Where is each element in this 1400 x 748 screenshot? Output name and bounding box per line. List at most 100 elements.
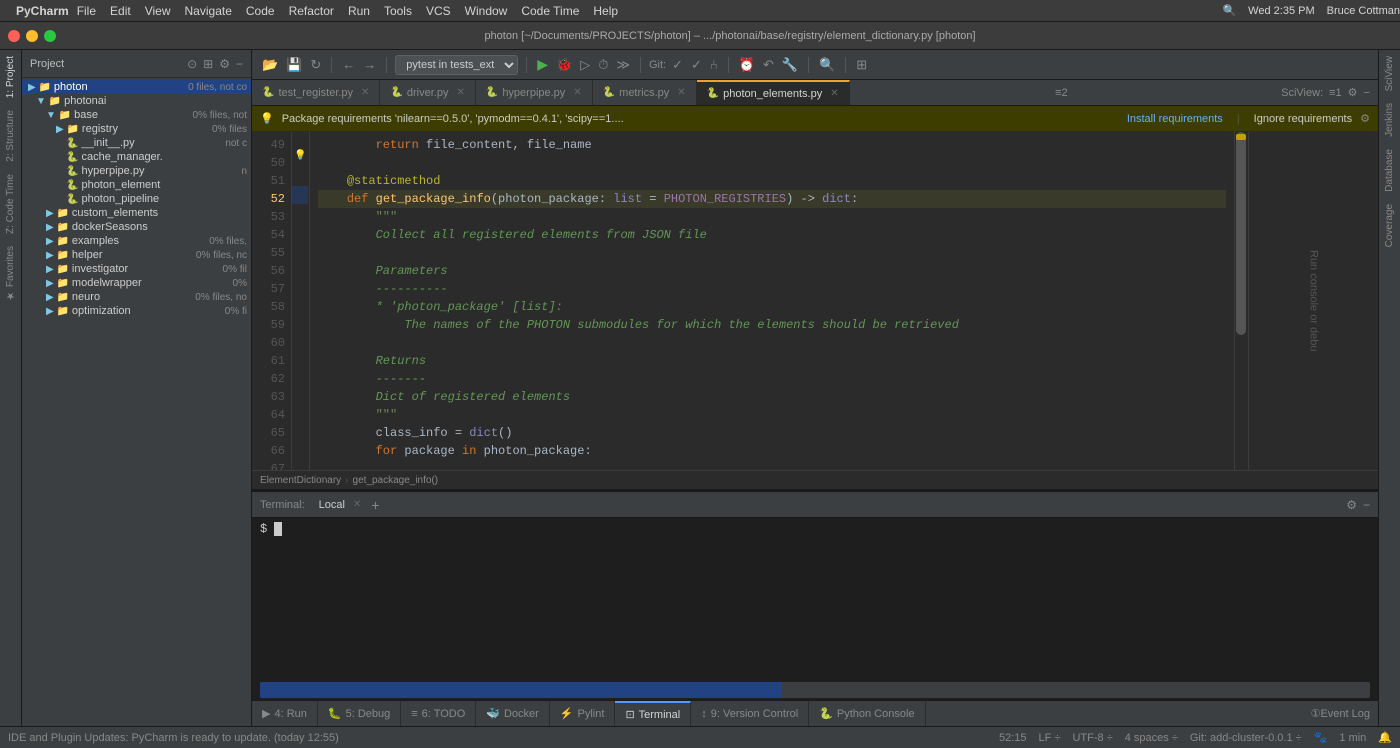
coverage-icon[interactable]: ▷ bbox=[578, 55, 592, 75]
tree-item-init[interactable]: 🐍 __init__.py not c bbox=[22, 136, 251, 150]
pkg-settings-icon[interactable]: ⚙ bbox=[1360, 112, 1370, 125]
sciview-close-icon[interactable]: − bbox=[1364, 87, 1370, 99]
install-requirements-link[interactable]: Install requirements bbox=[1127, 113, 1223, 125]
bottom-tab-pylint[interactable]: ⚡ Pylint bbox=[550, 701, 616, 726]
indent[interactable]: 4 spaces ÷ bbox=[1125, 732, 1178, 744]
vtab-project[interactable]: 1: Project bbox=[3, 50, 18, 104]
tab-test-register[interactable]: 🐍 test_register.py ✕ bbox=[252, 80, 380, 105]
bottom-tab-debug[interactable]: 🐛 5: Debug bbox=[318, 701, 401, 726]
vtab-codetime[interactable]: Z: Code Time bbox=[3, 168, 18, 240]
menu-tools[interactable]: Tools bbox=[384, 4, 412, 18]
git-branch[interactable]: Git: add-cluster-0.0.1 ÷ bbox=[1190, 732, 1302, 744]
forward-icon[interactable]: → bbox=[361, 55, 378, 74]
bottom-tab-python-console[interactable]: 🐍 Python Console bbox=[809, 701, 925, 726]
vtab-structure[interactable]: 2: Structure bbox=[3, 104, 18, 168]
vtab-database[interactable]: Database bbox=[1382, 143, 1397, 198]
profile-icon[interactable]: ⏱ bbox=[596, 55, 610, 75]
tree-item-neuro[interactable]: ▶ 📁 neuro 0% files, no bbox=[22, 290, 251, 304]
vtab-sciview[interactable]: SciView bbox=[1382, 50, 1397, 97]
step-icon[interactable]: ≫ bbox=[614, 55, 632, 75]
tab-driver[interactable]: 🐍 driver.py ✕ bbox=[380, 80, 475, 105]
tree-item-modelwrapper[interactable]: ▶ 📁 modelwrapper 0% bbox=[22, 276, 251, 290]
sciview-settings-icon[interactable]: ⚙ bbox=[1348, 86, 1358, 99]
find-icon[interactable]: 🔍 bbox=[817, 55, 837, 75]
menu-view[interactable]: View bbox=[145, 4, 171, 18]
sidebar-sync-icon[interactable]: ⊙ bbox=[187, 57, 197, 71]
tree-item-optimization[interactable]: ▶ 📁 optimization 0% fi bbox=[22, 304, 251, 318]
notifications-icon[interactable]: 🔔 bbox=[1378, 731, 1392, 744]
git-branch-icon[interactable]: ⑃ bbox=[708, 55, 720, 74]
tree-item-examples[interactable]: ▶ 📁 examples 0% files, bbox=[22, 234, 251, 248]
event-log-label[interactable]: Event Log bbox=[1320, 708, 1370, 720]
paw-icon[interactable]: 🐾 bbox=[1314, 731, 1328, 744]
tree-item-custom[interactable]: ▶ 📁 custom_elements bbox=[22, 206, 251, 220]
back-icon[interactable]: ← bbox=[340, 55, 357, 74]
minimize-button[interactable] bbox=[26, 30, 38, 42]
sidebar-close-icon[interactable]: − bbox=[236, 57, 243, 71]
open-folder-icon[interactable]: 📂 bbox=[260, 55, 280, 75]
line-ending[interactable]: LF ÷ bbox=[1039, 732, 1061, 744]
tree-item-photonai[interactable]: ▼ 📁 photonai bbox=[22, 94, 251, 108]
tab-close-icon[interactable]: ✕ bbox=[830, 88, 838, 99]
tab-hyperpipe[interactable]: 🐍 hyperpipe.py ✕ bbox=[476, 80, 593, 105]
menu-help[interactable]: Help bbox=[593, 4, 618, 18]
bottom-tab-vcs[interactable]: ↕ 9: Version Control bbox=[691, 701, 809, 726]
breadcrumb-method[interactable]: get_package_info() bbox=[353, 475, 439, 486]
refresh-icon[interactable]: ↻ bbox=[308, 55, 323, 75]
bottom-tab-docker[interactable]: 🐳 Docker bbox=[476, 701, 550, 726]
menu-navigate[interactable]: Navigate bbox=[185, 4, 232, 18]
scroll-gutter[interactable] bbox=[1234, 132, 1248, 470]
tree-item-registry[interactable]: ▶ 📁 registry 0% files bbox=[22, 122, 251, 136]
menu-codetime[interactable]: Code Time bbox=[521, 4, 579, 18]
tree-item-cache[interactable]: 🐍 cache_manager. bbox=[22, 150, 251, 164]
encoding[interactable]: UTF-8 ÷ bbox=[1072, 732, 1112, 744]
vtab-coverage[interactable]: Coverage bbox=[1382, 198, 1397, 253]
menu-run[interactable]: Run bbox=[348, 4, 370, 18]
sidebar-settings-icon[interactable]: ⚙ bbox=[219, 57, 230, 71]
tree-item-root[interactable]: ▶ 📁 photon 0 files, not co bbox=[22, 80, 251, 94]
terminal-minimize-icon[interactable]: − bbox=[1363, 498, 1370, 512]
cursor-position[interactable]: 52:15 bbox=[999, 732, 1027, 744]
wrench-icon[interactable]: 🔧 bbox=[780, 55, 800, 75]
vtab-jenkins[interactable]: Jenkins bbox=[1382, 97, 1397, 143]
vtab-favorites[interactable]: ★ Favorites bbox=[3, 240, 18, 307]
save-icon[interactable]: 💾 bbox=[284, 55, 304, 75]
terminal-tab-close[interactable]: ✕ bbox=[353, 499, 361, 510]
run-button[interactable]: ▶ bbox=[535, 54, 550, 75]
bottom-tab-run[interactable]: ▶ 4: Run bbox=[252, 701, 318, 726]
history-icon[interactable]: ⏰ bbox=[737, 55, 757, 75]
tree-item-hyperpipe[interactable]: 🐍 hyperpipe.py n bbox=[22, 164, 251, 178]
breadcrumb-class[interactable]: ElementDictionary bbox=[260, 475, 341, 486]
menu-vcs[interactable]: VCS bbox=[426, 4, 451, 18]
git-check2-icon[interactable]: ✓ bbox=[689, 55, 704, 75]
menu-window[interactable]: Window bbox=[465, 4, 508, 18]
debug-icon[interactable]: 🐞 bbox=[554, 55, 574, 75]
tab-metrics[interactable]: 🐍 metrics.py ✕ bbox=[593, 80, 697, 105]
scroll-thumb[interactable] bbox=[1236, 132, 1246, 335]
bottom-tab-todo[interactable]: ≡ 6: TODO bbox=[401, 701, 476, 726]
tree-item-docker[interactable]: ▶ 📁 dockerSeasons bbox=[22, 220, 251, 234]
sidebar-layout-icon[interactable]: ⊞ bbox=[203, 57, 213, 71]
layout-icon[interactable]: ⊞ bbox=[854, 55, 869, 75]
menu-code[interactable]: Code bbox=[246, 4, 275, 18]
git-check-icon[interactable]: ✓ bbox=[670, 55, 685, 75]
tab-photon-elements[interactable]: 🐍 photon_elements.py ✕ bbox=[697, 80, 850, 105]
terminal-local-tab[interactable]: Local ✕ bbox=[313, 497, 368, 513]
tree-item-investigator[interactable]: ▶ 📁 investigator 0% fil bbox=[22, 262, 251, 276]
tree-item-photon-pipeline[interactable]: 🐍 photon_pipeline bbox=[22, 192, 251, 206]
tree-item-photon-elements[interactable]: 🐍 photon_element bbox=[22, 178, 251, 192]
menu-edit[interactable]: Edit bbox=[110, 4, 131, 18]
maximize-button[interactable] bbox=[44, 30, 56, 42]
close-button[interactable] bbox=[8, 30, 20, 42]
terminal-settings-icon[interactable]: ⚙ bbox=[1346, 498, 1357, 512]
menu-file[interactable]: File bbox=[77, 4, 96, 18]
undo-icon[interactable]: ↶ bbox=[761, 55, 776, 75]
pytest-selector[interactable]: pytest in tests_ext bbox=[395, 55, 518, 75]
terminal-content[interactable]: $ bbox=[252, 518, 1378, 680]
search-icon[interactable]: 🔍 bbox=[1222, 4, 1236, 17]
bottom-tab-terminal[interactable]: ⊡ Terminal bbox=[615, 701, 691, 726]
menu-refactor[interactable]: Refactor bbox=[289, 4, 334, 18]
tab-close-icon[interactable]: ✕ bbox=[361, 87, 369, 98]
tree-item-base[interactable]: ▼ 📁 base 0% files, not bbox=[22, 108, 251, 122]
tab-close-icon[interactable]: ✕ bbox=[677, 87, 685, 98]
